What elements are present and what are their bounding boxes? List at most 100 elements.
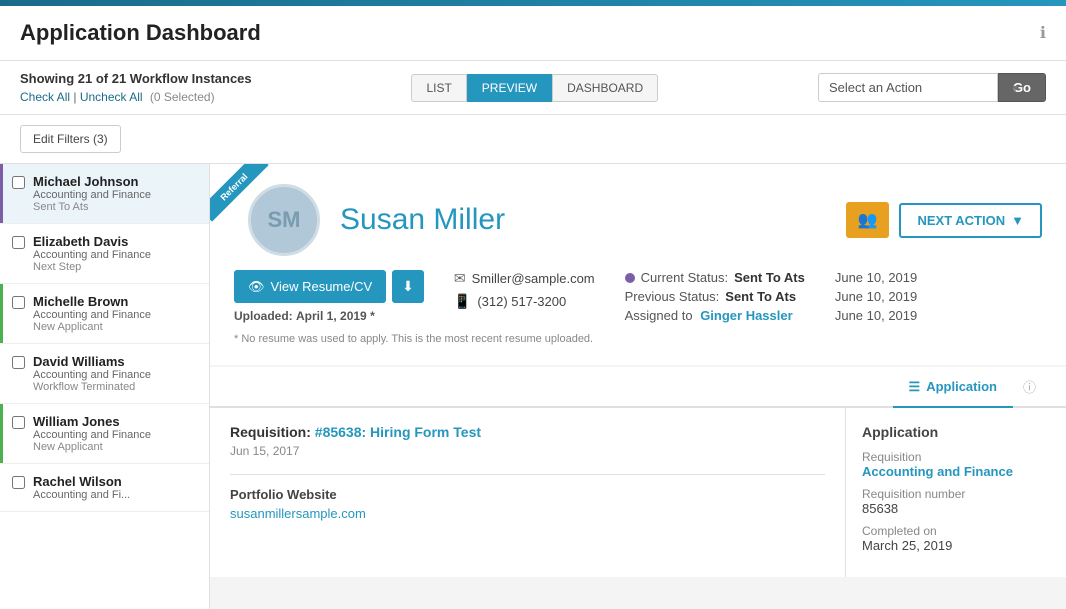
sidebar-item-status: New Applicant <box>33 441 197 453</box>
sidebar-checkbox[interactable] <box>12 296 25 309</box>
view-resume-label: View Resume/CV <box>271 279 373 294</box>
completed-label: Completed on <box>862 524 1050 538</box>
edit-filters-button[interactable]: Edit Filters (3) <box>20 125 121 153</box>
app-sidebar-title: Application <box>862 424 1050 440</box>
sidebar-checkbox[interactable] <box>12 476 25 489</box>
action-select[interactable]: Select an Action <box>818 73 998 102</box>
candidate-actions: 👥 NEXT ACTION ▼ <box>846 202 1042 238</box>
req-number-value: 85638 <box>862 501 1050 516</box>
info-icon[interactable]: ℹ <box>1040 23 1046 43</box>
requisition-field-label: Requisition <box>862 450 1050 464</box>
group-icon-button[interactable]: 👥 <box>846 202 890 238</box>
requisition-title: Requisition: #85638: Hiring Form Test <box>230 424 825 440</box>
next-action-button[interactable]: NEXT ACTION ▼ <box>899 203 1042 238</box>
current-status-label: Current Status: <box>641 270 728 285</box>
header: Application Dashboard ℹ <box>0 6 1066 61</box>
list-view-button[interactable]: LIST <box>411 74 466 102</box>
sidebar-item[interactable]: Michael Johnson Accounting and Finance S… <box>0 164 209 224</box>
date3: June 10, 2019 <box>835 308 917 323</box>
candidate-top: SM Susan Miller 👥 NEXT ACTION ▼ <box>234 184 1042 256</box>
sidebar-item-content: Michelle Brown Accounting and Finance Ne… <box>33 294 197 333</box>
sidebar-item-status: New Applicant <box>33 321 197 333</box>
accent-bar <box>0 464 3 511</box>
sidebar-item[interactable]: Michelle Brown Accounting and Finance Ne… <box>0 284 209 344</box>
requisition-value-link[interactable]: Accounting and Finance <box>862 464 1013 479</box>
requisition-label: Requisition: <box>230 424 311 440</box>
sidebar-checkbox[interactable] <box>12 356 25 369</box>
action-bar: Select an Action Go <box>818 73 1046 102</box>
req-number-label: Requisition number <box>862 487 1050 501</box>
go-button[interactable]: Go <box>998 73 1046 102</box>
toolbar-middle: LIST PREVIEW DASHBOARD <box>411 74 658 102</box>
tab-label: Application <box>926 379 997 394</box>
previous-status-value: Sent To Ats <box>725 289 796 304</box>
email-icon: ✉ <box>454 270 466 287</box>
requisition-field-value: Accounting and Finance <box>862 464 1050 479</box>
sidebar-item-content: William Jones Accounting and Finance New… <box>33 414 197 453</box>
tab-content: Requisition: #85638: Hiring Form Test Ju… <box>210 408 1066 577</box>
completed-field: Completed on March 25, 2019 <box>862 524 1050 553</box>
phone-value: (312) 517-3200 <box>477 294 566 309</box>
portfolio-label: Portfolio Website <box>230 487 825 502</box>
candidate-name: Susan Miller <box>340 203 505 237</box>
sidebar-item-status: Workflow Terminated <box>33 381 197 393</box>
accent-bar <box>0 284 3 343</box>
email-row: ✉ Smiller@sample.com <box>454 270 595 287</box>
contact-info: ✉ Smiller@sample.com 📱 (312) 517-3200 <box>454 270 595 310</box>
content-area: Referral SM Susan Miller 👥 NEXT ACTION ▼ <box>210 164 1066 609</box>
dashboard-view-button[interactable]: DASHBOARD <box>552 74 658 102</box>
sidebar-item-dept: Accounting and Finance <box>33 369 197 381</box>
download-button[interactable]: ⬇ <box>392 270 424 303</box>
sidebar-checkbox[interactable] <box>12 416 25 429</box>
app-sidebar: Application Requisition Accounting and F… <box>846 408 1066 577</box>
assigned-row: Assigned to Ginger Hassler <box>625 308 805 323</box>
tabs-info-icon[interactable]: ⓘ <box>1013 367 1046 406</box>
eye-icon: 👁 <box>248 279 265 295</box>
accent-bar <box>0 344 3 403</box>
sidebar-item[interactable]: Rachel Wilson Accounting and Fi... <box>0 464 209 512</box>
sidebar-item[interactable]: William Jones Accounting and Finance New… <box>0 404 209 464</box>
assigned-to-link[interactable]: Ginger Hassler <box>700 308 793 323</box>
tab-icon: ☰ <box>909 379 921 395</box>
showing-text: Showing 21 of 21 Workflow Instances <box>20 71 252 86</box>
view-toggle: LIST PREVIEW DASHBOARD <box>411 74 658 102</box>
accent-bar <box>0 404 3 463</box>
accent-bar <box>0 164 3 223</box>
sidebar-item-content: David Williams Accounting and Finance Wo… <box>33 354 197 393</box>
tabs-section: ☰ Application ⓘ Requisition: #85638: Hirin… <box>210 367 1066 577</box>
sidebar-item[interactable]: David Williams Accounting and Finance Wo… <box>0 344 209 404</box>
sidebar-checkbox[interactable] <box>12 236 25 249</box>
sidebar-item-name: William Jones <box>33 414 197 429</box>
tab-application[interactable]: ☰ Application <box>893 367 1013 408</box>
previous-status-row: Previous Status: Sent To Ats <box>625 289 805 304</box>
candidate-identity: SM Susan Miller <box>234 184 505 256</box>
portfolio-link[interactable]: susanmillersample.com <box>230 506 366 521</box>
no-resume-note: * No resume was used to apply. This is t… <box>234 333 1042 345</box>
resume-buttons: 👁 View Resume/CV ⬇ <box>234 270 424 303</box>
sidebar-item-dept: Accounting and Finance <box>33 189 197 201</box>
sidebar-checkbox[interactable] <box>12 176 25 189</box>
sidebar-item-dept: Accounting and Fi... <box>33 489 197 501</box>
sidebar-item-name: Rachel Wilson <box>33 474 197 489</box>
sidebar-item[interactable]: Elizabeth Davis Accounting and Finance N… <box>0 224 209 284</box>
uncheck-all-link[interactable]: Uncheck All <box>80 90 143 104</box>
accent-bar <box>0 224 3 283</box>
next-action-label: NEXT ACTION <box>917 213 1005 228</box>
upload-date-value: April 1, 2019 <box>296 309 367 323</box>
check-all-link[interactable]: Check All <box>20 90 70 104</box>
preview-view-button[interactable]: PREVIEW <box>467 74 552 102</box>
completed-date: March 25, 2019 <box>862 538 1050 553</box>
toolbar-links: Check All | Uncheck All (0 Selected) <box>20 90 252 104</box>
status-dot <box>625 273 635 283</box>
upload-date: Uploaded: April 1, 2019 * <box>234 309 424 323</box>
toolbar-left: Showing 21 of 21 Workflow Instances Chec… <box>20 71 252 104</box>
candidate-details: 👁 View Resume/CV ⬇ Uploaded: April 1, 20… <box>234 270 1042 323</box>
previous-status-label: Previous Status: <box>625 289 720 304</box>
requisition-link[interactable]: #85638: Hiring Form Test <box>315 424 481 440</box>
status-section: Current Status: Sent To Ats Previous Sta… <box>625 270 805 323</box>
tab-main: Requisition: #85638: Hiring Form Test Ju… <box>210 408 846 577</box>
view-resume-button[interactable]: 👁 View Resume/CV <box>234 270 386 303</box>
email-value: Smiller@sample.com <box>472 271 595 286</box>
sidebar-item-content: Elizabeth Davis Accounting and Finance N… <box>33 234 197 273</box>
selected-count: (0 Selected) <box>150 90 215 104</box>
